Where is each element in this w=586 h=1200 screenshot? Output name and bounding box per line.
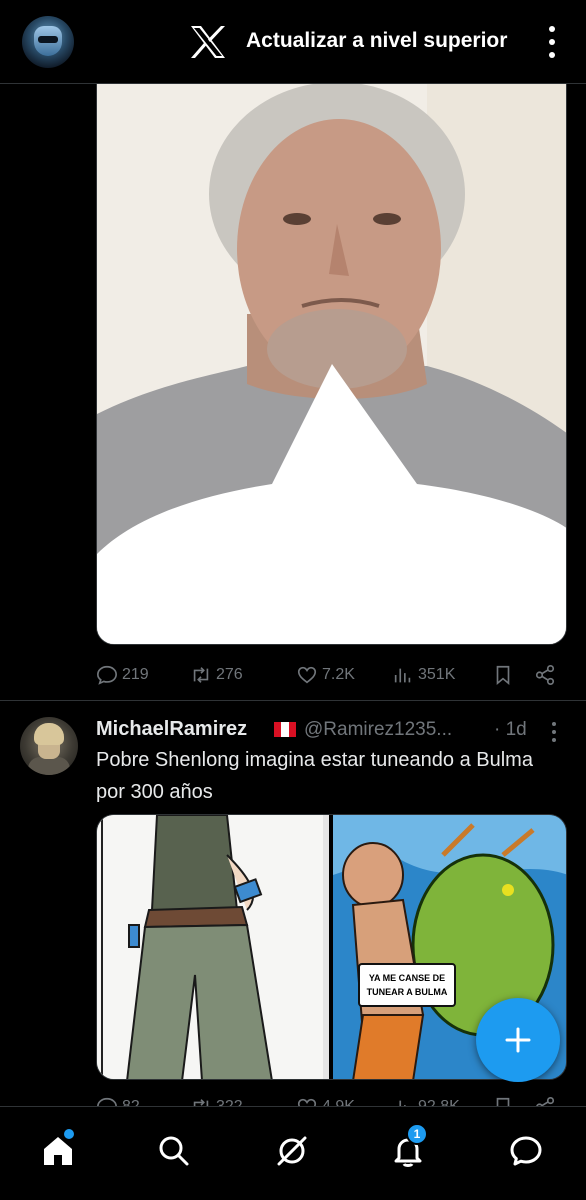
share-icon [535, 665, 555, 685]
nav-home[interactable] [38, 1129, 78, 1171]
bottom-navigation: 1 [0, 1106, 586, 1200]
author-avatar[interactable] [20, 717, 78, 775]
tweet1-actions: 219 276 7.2K 351K [96, 660, 566, 690]
nav-search[interactable] [154, 1131, 194, 1171]
views-button[interactable]: 351K [392, 664, 455, 686]
reply-button[interactable]: 219 [96, 664, 149, 686]
reply-icon [97, 665, 117, 685]
x-logo-icon [191, 26, 225, 58]
bookmark-icon [496, 665, 510, 686]
upgrade-link[interactable]: Actualizar a nivel superior [246, 29, 507, 53]
tweet-divider [0, 700, 586, 701]
like-button[interactable]: 7.2K [296, 664, 355, 686]
media-left-image[interactable] [97, 815, 329, 1079]
profile-avatar[interactable] [22, 16, 74, 68]
author-name[interactable]: MichaelRamirez [96, 718, 247, 741]
like-count: 7.2K [322, 666, 355, 683]
avatar-body [28, 757, 70, 775]
avatar-visor [38, 36, 58, 43]
avatar-hair [34, 723, 64, 745]
notifications-badge: 1 [406, 1123, 428, 1145]
views-icon [394, 668, 411, 683]
views-count: 351K [418, 666, 456, 683]
nav-notifications[interactable]: 1 [388, 1123, 428, 1171]
nav-messages[interactable] [506, 1131, 546, 1171]
bookmark-button[interactable] [492, 664, 514, 686]
retweet-button[interactable]: 276 [190, 664, 243, 686]
bulma-illustration [97, 815, 329, 1079]
author-handle[interactable]: @Ramirez1235... [304, 719, 452, 741]
top-bar: Actualizar a nivel superior [0, 0, 586, 84]
more-vertical-icon[interactable] [540, 22, 564, 62]
compose-button[interactable] [476, 998, 560, 1082]
retweet-count: 276 [216, 666, 243, 683]
nav-grok[interactable] [272, 1131, 312, 1171]
plus-icon [505, 1027, 531, 1053]
messages-icon [510, 1136, 542, 1166]
share-button[interactable] [534, 664, 556, 686]
tweet2-header: MichaelRamirez @Ramirez1235... · 1d [96, 718, 576, 746]
more-vertical-icon[interactable] [546, 720, 562, 744]
tweet-time[interactable]: · 1d [494, 719, 527, 741]
photo-illustration [97, 84, 566, 644]
like-icon [297, 666, 317, 684]
retweet-icon [193, 667, 209, 683]
tweet-photo[interactable] [96, 84, 567, 645]
tweet-text: Pobre Shenlong imagina estar tuneando a … [96, 749, 533, 803]
home-unread-dot [64, 1129, 74, 1139]
peru-flag-icon [274, 722, 296, 737]
reply-count: 219 [122, 666, 149, 683]
grok-icon [277, 1136, 307, 1166]
comic-speech-bubble: YA ME CANSE DE TUNEAR A BULMA [358, 963, 456, 1007]
search-icon [159, 1136, 189, 1166]
